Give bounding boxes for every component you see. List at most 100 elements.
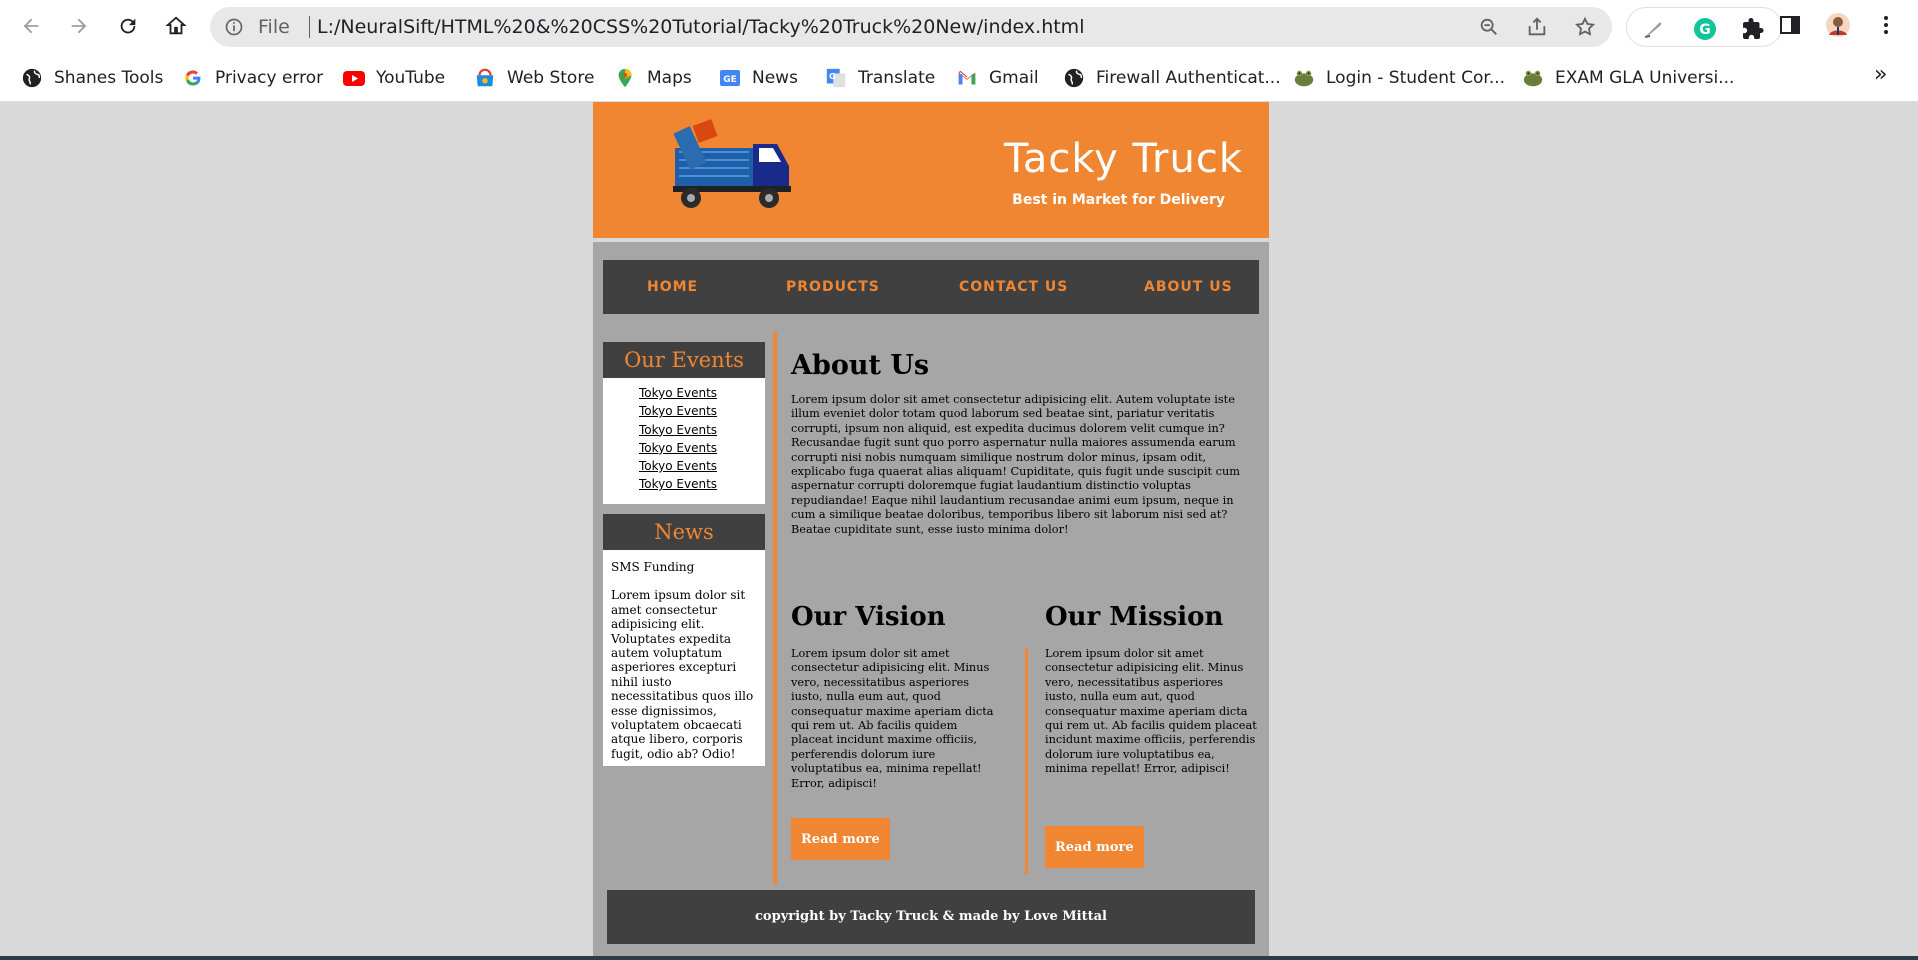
- bookmark-login-student[interactable]: Login - Student Cor...: [1292, 64, 1505, 92]
- nav-about-us[interactable]: ABOUT US: [1144, 279, 1233, 295]
- extension-feather-icon[interactable]: [1641, 17, 1665, 41]
- bookmarks-bar: Shanes Tools Privacy error YouTube Web S…: [0, 54, 1918, 102]
- news-item-text: Lorem ipsum dolor sit amet consectetur a…: [611, 588, 754, 761]
- event-link[interactable]: Tokyo Events: [639, 404, 717, 418]
- reload-icon[interactable]: [113, 11, 143, 41]
- news-item-title: SMS Funding: [611, 560, 695, 574]
- bookmark-youtube[interactable]: YouTube: [342, 64, 445, 92]
- bookmark-maps[interactable]: Maps: [613, 64, 692, 92]
- bookmark-label: Translate: [858, 68, 936, 88]
- bookmark-label: EXAM GLA Universi...: [1555, 68, 1735, 88]
- home-icon[interactable]: [161, 11, 191, 41]
- vision-read-more-button[interactable]: Read more: [791, 818, 890, 860]
- bookmark-label: Firewall Authenticat...: [1096, 68, 1281, 88]
- bookmark-web-store[interactable]: Web Store: [473, 64, 594, 92]
- bookmark-shanes-tools[interactable]: Shanes Tools: [20, 64, 163, 92]
- bookmark-gmail[interactable]: Gmail: [955, 64, 1039, 92]
- mission-title: Our Mission: [1045, 602, 1224, 632]
- maps-icon: [613, 66, 637, 90]
- site-header: Tacky Truck Best in Market for Delivery: [593, 102, 1269, 238]
- nav-home[interactable]: HOME: [647, 279, 698, 295]
- event-link[interactable]: Tokyo Events: [639, 386, 717, 400]
- youtube-icon: [342, 66, 366, 90]
- vision-mission-divider: [1025, 648, 1028, 874]
- event-link[interactable]: Tokyo Events: [639, 477, 717, 491]
- mission-read-more-button[interactable]: Read more: [1045, 826, 1144, 868]
- site-footer: copyright by Tacky Truck & made by Love …: [607, 890, 1255, 944]
- list-item: Tokyo Events: [639, 404, 765, 422]
- grammarly-icon[interactable]: G: [1693, 17, 1717, 41]
- vision-text: Lorem ipsum dolor sit amet consectetur a…: [791, 647, 994, 790]
- globe-icon: [1062, 66, 1086, 90]
- file-label: File: [258, 16, 290, 38]
- news-panel: News SMS Funding Lorem ipsum dolor sit a…: [603, 514, 765, 766]
- list-item: Tokyo Events: [639, 459, 765, 477]
- forward-arrow-icon[interactable]: [64, 11, 94, 41]
- list-item: Tokyo Events: [639, 441, 765, 459]
- share-icon[interactable]: [1526, 16, 1548, 38]
- side-panel-icon[interactable]: [1778, 13, 1802, 37]
- nav-products[interactable]: PRODUCTS: [786, 279, 880, 295]
- frog-icon: [1521, 66, 1545, 90]
- menu-kebab-icon[interactable]: [1874, 13, 1898, 37]
- svg-text:G: G: [1699, 22, 1711, 38]
- news-icon: GE: [718, 66, 742, 90]
- site-title: Tacky Truck: [1004, 136, 1243, 182]
- bookmark-news[interactable]: GE News: [718, 64, 798, 92]
- page-container: Tacky Truck Best in Market for Delivery …: [593, 102, 1269, 960]
- list-item: Tokyo Events: [639, 423, 765, 441]
- list-item: Tokyo Events: [639, 386, 765, 404]
- info-icon[interactable]: [224, 17, 244, 37]
- main-navbar: HOME PRODUCTS CONTACT US ABOUT US: [603, 260, 1259, 314]
- bookmark-label: Maps: [647, 68, 692, 88]
- events-panel: Our Events Tokyo Events Tokyo Events Tok…: [603, 342, 765, 504]
- globe-icon: [20, 66, 44, 90]
- address-bar[interactable]: File L:/NeuralSift/HTML%20&%20CSS%20Tuto…: [210, 7, 1612, 47]
- web-store-icon: [473, 66, 497, 90]
- header-divider: [593, 238, 1269, 242]
- bookmark-label: YouTube: [376, 68, 446, 88]
- event-link[interactable]: Tokyo Events: [639, 423, 717, 437]
- zoom-icon[interactable]: [1478, 16, 1500, 38]
- content-divider: [773, 332, 777, 884]
- events-heading: Our Events: [603, 342, 765, 378]
- about-title: About Us: [791, 350, 930, 381]
- bookmark-label: News: [752, 68, 798, 88]
- bookmark-label: Gmail: [989, 68, 1039, 88]
- bookmarks-overflow-button[interactable]: »: [1874, 62, 1887, 87]
- events-list: Tokyo Events Tokyo Events Tokyo Events T…: [603, 378, 765, 502]
- mission-text: Lorem ipsum dolor sit amet consectetur a…: [1045, 647, 1257, 776]
- translate-icon: G: [824, 66, 848, 90]
- nav-contact-us[interactable]: CONTACT US: [959, 279, 1068, 295]
- bookmark-label: Privacy error: [215, 68, 324, 88]
- taskbar-edge: [0, 956, 1918, 960]
- vision-title: Our Vision: [791, 602, 946, 632]
- site-tagline: Best in Market for Delivery: [1012, 192, 1225, 208]
- profile-avatar[interactable]: [1826, 13, 1850, 37]
- bookmark-exam-gla[interactable]: EXAM GLA Universi...: [1521, 64, 1734, 92]
- back-arrow-icon[interactable]: [16, 11, 46, 41]
- google-icon: [181, 66, 205, 90]
- event-link[interactable]: Tokyo Events: [639, 441, 717, 455]
- truck-logo: [673, 119, 791, 208]
- list-item: Tokyo Events: [639, 477, 765, 495]
- svg-text:G: G: [829, 71, 836, 81]
- extensions-puzzle-icon[interactable]: [1741, 17, 1765, 41]
- svg-text:GE: GE: [723, 75, 737, 85]
- extensions-group: G: [1626, 7, 1782, 47]
- event-link[interactable]: Tokyo Events: [639, 459, 717, 473]
- about-text: Lorem ipsum dolor sit amet consectetur a…: [791, 393, 1240, 536]
- omnibox-separator: [309, 16, 310, 38]
- bookmark-label: Login - Student Cor...: [1326, 68, 1506, 88]
- frog-icon: [1292, 66, 1316, 90]
- bookmark-label: Web Store: [507, 68, 595, 88]
- gmail-icon: [955, 66, 979, 90]
- news-body: SMS Funding Lorem ipsum dolor sit amet c…: [603, 550, 765, 771]
- bookmark-privacy-error[interactable]: Privacy error: [181, 64, 323, 92]
- bookmark-star-icon[interactable]: [1574, 16, 1596, 38]
- bookmark-label: Shanes Tools: [54, 68, 164, 88]
- bookmark-translate[interactable]: G Translate: [824, 64, 935, 92]
- url-text[interactable]: L:/NeuralSift/HTML%20&%20CSS%20Tutorial/…: [317, 16, 1084, 38]
- news-heading: News: [603, 514, 765, 550]
- bookmark-firewall[interactable]: Firewall Authenticat...: [1062, 64, 1281, 92]
